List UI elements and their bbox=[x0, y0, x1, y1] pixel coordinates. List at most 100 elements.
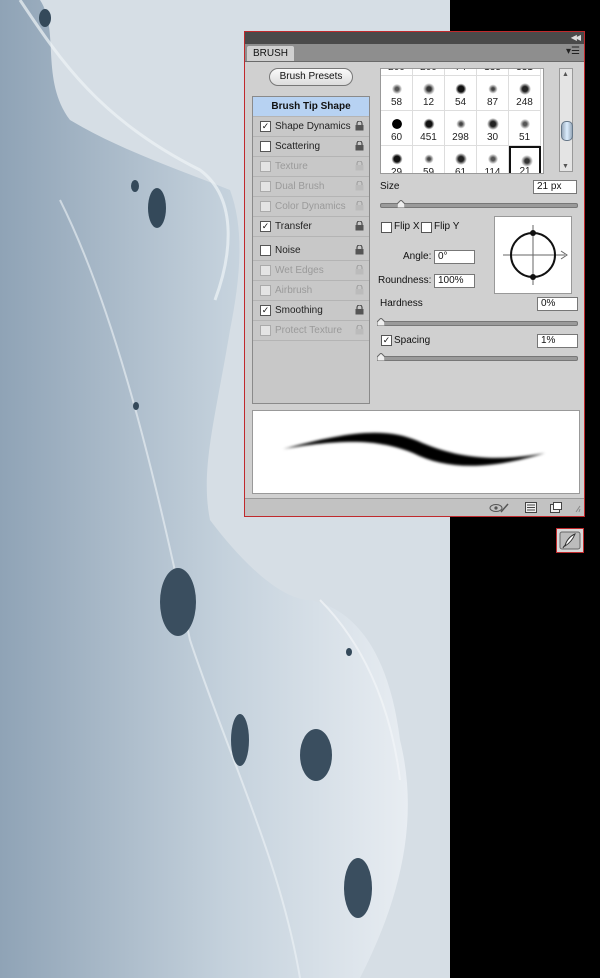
brush-tip-cell[interactable]: 200 bbox=[381, 69, 413, 76]
resize-grip-icon[interactable] bbox=[573, 502, 581, 513]
lock-icon[interactable] bbox=[355, 304, 364, 315]
lock-icon[interactable] bbox=[355, 220, 364, 231]
brush-size-label: 59 bbox=[422, 167, 435, 174]
option-protect-texture[interactable]: Protect Texture bbox=[253, 321, 369, 341]
brush-tip-cell[interactable]: 58 bbox=[381, 76, 413, 111]
protect-texture-checkbox[interactable] bbox=[260, 325, 271, 336]
option-wet-edges[interactable]: Wet Edges bbox=[253, 261, 369, 281]
brush-tip-cell[interactable]: 200 bbox=[413, 69, 445, 76]
hardness-slider-knob[interactable] bbox=[377, 318, 385, 326]
brush-presets-button[interactable]: Brush Presets bbox=[269, 68, 353, 86]
size-slider-knob[interactable] bbox=[397, 200, 405, 208]
brush-tip-icon bbox=[487, 118, 499, 130]
panel-menu-icon[interactable]: ▾☰ bbox=[566, 46, 580, 58]
lock-icon[interactable] bbox=[355, 200, 364, 211]
angle-field[interactable]: 0° bbox=[434, 250, 475, 264]
spacing-slider-knob[interactable] bbox=[377, 353, 385, 361]
option-texture[interactable]: Texture bbox=[253, 157, 369, 177]
brush-tip-cell[interactable]: 21 bbox=[509, 146, 541, 173]
brush-tip-cell[interactable]: 59 bbox=[413, 146, 445, 174]
lock-icon[interactable] bbox=[355, 264, 364, 275]
brush-tip-icon bbox=[487, 83, 499, 95]
noise-checkbox[interactable] bbox=[260, 245, 271, 256]
lock-icon[interactable] bbox=[355, 284, 364, 295]
transfer-checkbox[interactable]: ✓ bbox=[260, 221, 271, 232]
spacing-checkbox[interactable]: ✓ bbox=[381, 335, 392, 346]
brush-tip-icon bbox=[455, 153, 467, 165]
brush-tip-cell[interactable]: 30 bbox=[477, 111, 509, 146]
lock-icon[interactable] bbox=[355, 160, 364, 171]
brush-size-label: 133 bbox=[477, 69, 508, 73]
brush-tip-cell[interactable]: 451 bbox=[413, 111, 445, 146]
option-noise[interactable]: Noise bbox=[253, 241, 369, 261]
angle-dial-icon[interactable] bbox=[495, 217, 571, 293]
brush-tip-cell[interactable]: 74 bbox=[445, 69, 477, 76]
color-dynamics-checkbox[interactable] bbox=[260, 201, 271, 212]
brush-size-label: 12 bbox=[422, 97, 435, 108]
scrollbar-thumb[interactable] bbox=[561, 121, 573, 141]
spacing-field[interactable]: 1% bbox=[537, 334, 578, 348]
stroke-preview bbox=[252, 410, 580, 494]
brush-tip-cell[interactable]: 114 bbox=[477, 146, 509, 174]
smoothing-checkbox[interactable]: ✓ bbox=[260, 305, 271, 316]
brush-tip-icon bbox=[391, 118, 403, 130]
brush-tip-cell[interactable]: 87 bbox=[477, 76, 509, 111]
brush-tip-cell[interactable]: 133 bbox=[477, 69, 509, 76]
option-brush-tip-shape[interactable]: Brush Tip Shape bbox=[253, 97, 369, 117]
lock-icon[interactable] bbox=[355, 324, 364, 335]
airbrush-checkbox[interactable] bbox=[260, 285, 271, 296]
flip-x-checkbox[interactable] bbox=[381, 222, 392, 233]
wet-edges-checkbox[interactable] bbox=[260, 265, 271, 276]
angle-roundness-widget[interactable] bbox=[494, 216, 572, 294]
spacing-slider[interactable] bbox=[380, 356, 578, 361]
option-shape-dynamics[interactable]: ✓ Shape Dynamics bbox=[253, 117, 369, 137]
brush-tip-cell[interactable]: 298 bbox=[445, 111, 477, 146]
tab-brush[interactable]: BRUSH bbox=[247, 46, 295, 61]
roundness-field[interactable]: 100% bbox=[434, 274, 475, 288]
panel-bottom-bar bbox=[245, 498, 584, 516]
size-slider[interactable] bbox=[380, 203, 578, 208]
shape-dynamics-checkbox[interactable]: ✓ bbox=[260, 121, 271, 132]
panel-tab-bar: BRUSH ▾☰ bbox=[245, 44, 584, 62]
texture-checkbox[interactable] bbox=[260, 161, 271, 172]
hardness-slider[interactable] bbox=[380, 321, 578, 326]
brush-tip-cell[interactable]: 331 bbox=[509, 69, 541, 76]
panel-title-bar[interactable]: ◀◀ bbox=[245, 32, 584, 44]
size-field[interactable]: 21 px bbox=[533, 180, 577, 194]
hardness-field[interactable]: 0% bbox=[537, 297, 578, 311]
option-airbrush[interactable]: Airbrush bbox=[253, 281, 369, 301]
double-chevron-icon[interactable]: ◀◀ bbox=[571, 33, 581, 43]
wet-edges-label: Wet Edges bbox=[275, 265, 324, 276]
option-color-dynamics[interactable]: Color Dynamics bbox=[253, 197, 369, 217]
brush-tip-cell[interactable]: 29 bbox=[381, 146, 413, 173]
protect-texture-label: Protect Texture bbox=[275, 325, 343, 336]
eye-brush-icon[interactable] bbox=[489, 502, 509, 513]
lock-icon[interactable] bbox=[355, 180, 364, 191]
dual-brush-checkbox[interactable] bbox=[260, 181, 271, 192]
lock-icon[interactable] bbox=[355, 140, 364, 151]
scattering-checkbox[interactable] bbox=[260, 141, 271, 152]
option-dual-brush[interactable]: Dual Brush bbox=[253, 177, 369, 197]
brush-tip-cell[interactable]: 61 bbox=[445, 146, 477, 173]
brush-tip-cell[interactable]: 54 bbox=[445, 76, 477, 111]
new-preset-icon[interactable] bbox=[550, 502, 562, 513]
grid-icon[interactable] bbox=[525, 502, 537, 513]
brush-panel-toggle-button[interactable] bbox=[556, 528, 584, 553]
flip-y-checkbox[interactable] bbox=[421, 222, 432, 233]
brush-size-label: 451 bbox=[420, 132, 437, 143]
scroll-up-icon[interactable]: ▲ bbox=[562, 71, 569, 78]
scroll-down-icon[interactable]: ▼ bbox=[562, 163, 569, 170]
lock-icon[interactable] bbox=[355, 120, 364, 131]
option-smoothing[interactable]: ✓ Smoothing bbox=[253, 301, 369, 321]
brush-tip-cell[interactable]: 248 bbox=[509, 76, 541, 111]
brush-tip-cell[interactable]: 60 bbox=[381, 111, 413, 146]
option-scattering[interactable]: Scattering bbox=[253, 137, 369, 157]
brush-tip-cell[interactable]: 51 bbox=[509, 111, 541, 146]
brush-tip-cell[interactable]: 12 bbox=[413, 76, 445, 111]
noise-label: Noise bbox=[275, 245, 301, 256]
brush-size-label: 114 bbox=[484, 167, 501, 174]
lock-icon[interactable] bbox=[355, 244, 364, 255]
brush-grid-scrollbar[interactable]: ▲ ▼ bbox=[559, 68, 573, 172]
option-transfer[interactable]: ✓ Transfer bbox=[253, 217, 369, 237]
flip-x-label: Flip X bbox=[394, 221, 420, 232]
